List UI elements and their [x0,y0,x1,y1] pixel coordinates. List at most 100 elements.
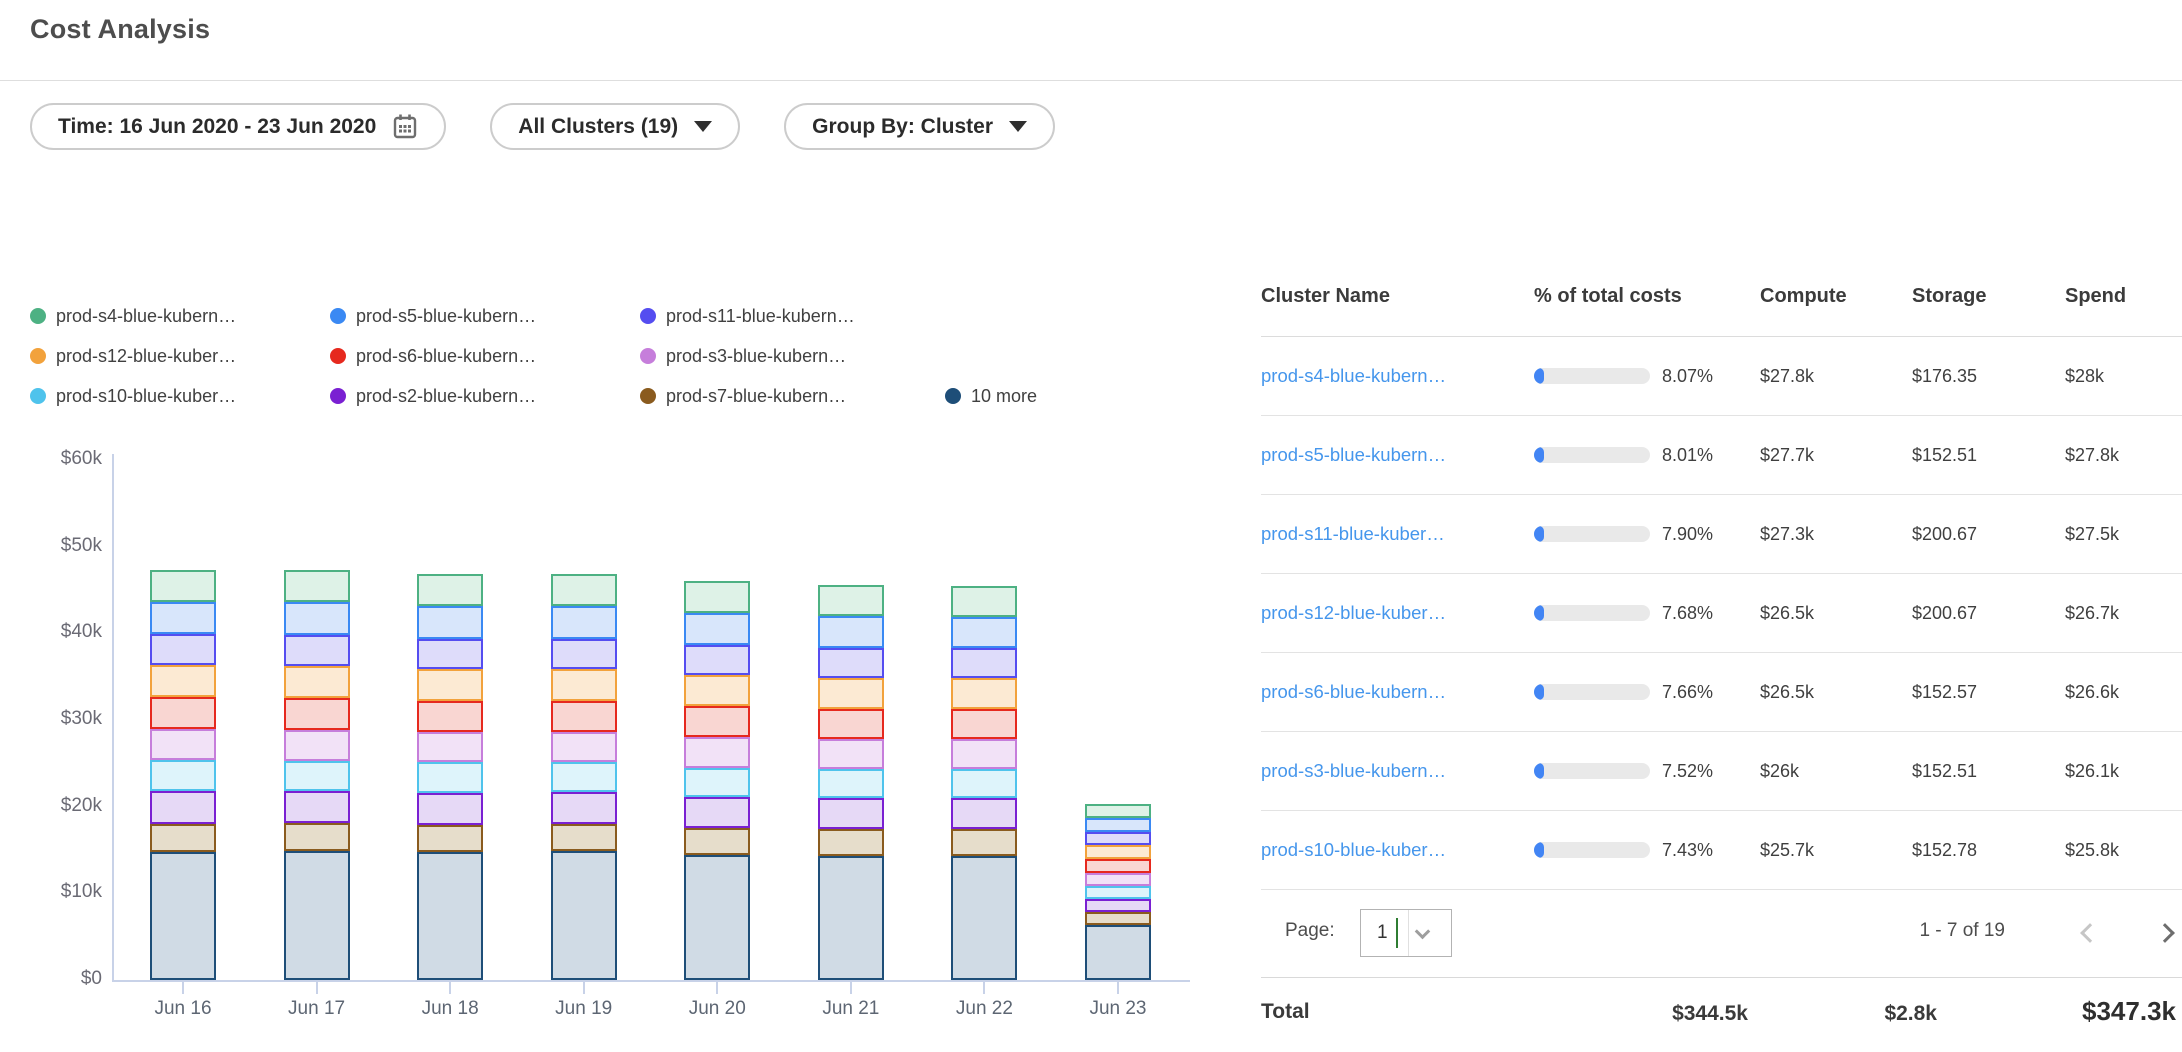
bar-segment[interactable] [951,648,1017,677]
bar-segment[interactable] [150,852,216,980]
bar-segment[interactable] [551,639,617,669]
bar-segment[interactable] [684,828,750,855]
bar-segment[interactable] [684,797,750,828]
storage-value: $200.67 [1912,603,2065,624]
bar-segment[interactable] [284,851,350,980]
bar-segment[interactable] [1085,925,1151,980]
bar-segment[interactable] [951,798,1017,829]
cluster-cost-table: Cluster Name % of total costs Compute St… [1261,256,2182,1052]
bar-segment[interactable] [951,586,1017,617]
bar-segment[interactable] [284,666,350,698]
bar-segment[interactable] [818,856,884,980]
next-page-button[interactable] [2155,923,2175,943]
cluster-name-link[interactable]: prod-s12-blue-kuber… [1261,602,1446,623]
bar-segment[interactable] [684,855,750,980]
bar-segment[interactable] [417,701,483,732]
bar-segment[interactable] [417,732,483,762]
bar-segment[interactable] [551,851,617,980]
bar-segment[interactable] [284,823,350,851]
bar-segment[interactable] [818,616,884,648]
bar-segment[interactable] [684,706,750,737]
bar-segment[interactable] [1085,832,1151,845]
bar-segment[interactable] [951,769,1017,798]
bar-segment[interactable] [818,739,884,768]
x-axis-tick [1117,980,1119,994]
bar-segment[interactable] [150,729,216,760]
cluster-name-link[interactable]: prod-s6-blue-kubern… [1261,681,1446,702]
bar-segment[interactable] [1085,886,1151,899]
bar-segment[interactable] [417,606,483,638]
bar-segment[interactable] [284,730,350,760]
x-axis-tick [583,980,585,994]
bar-segment[interactable] [551,574,617,606]
bar-segment[interactable] [684,613,750,645]
cluster-name-link[interactable]: prod-s11-blue-kuber… [1261,523,1445,544]
cluster-name-link[interactable]: prod-s10-blue-kuber… [1261,839,1446,860]
cluster-name-link[interactable]: prod-s5-blue-kubern… [1261,444,1446,465]
bar-segment[interactable] [951,709,1017,739]
bar-segment[interactable] [284,570,350,602]
bar-segment[interactable] [150,665,216,698]
bar-segment[interactable] [951,678,1017,709]
cluster-name-link[interactable]: prod-s4-blue-kubern… [1261,365,1446,386]
page-select[interactable]: 1 [1360,909,1452,957]
bar-segment[interactable] [150,760,216,791]
bar-segment[interactable] [150,824,216,852]
bar-segment[interactable] [951,617,1017,648]
prev-page-button[interactable] [2080,923,2100,943]
bar-segment[interactable] [150,791,216,824]
bar-segment[interactable] [284,761,350,791]
bar-segment[interactable] [818,678,884,709]
bar-segment[interactable] [818,648,884,677]
bar-segment[interactable] [417,574,483,606]
bar-segment[interactable] [1085,873,1151,886]
bar-segment[interactable] [150,697,216,728]
bar-segment[interactable] [551,762,617,791]
bar-segment[interactable] [551,824,617,851]
bar-segment[interactable] [417,793,483,825]
pct-progress-fill [1534,526,1544,542]
bar-segment[interactable] [951,739,1017,768]
pct-value: 7.90% [1662,524,1713,545]
bar-segment[interactable] [818,709,884,739]
bar-segment[interactable] [551,792,617,824]
bar-segment[interactable] [1085,912,1151,924]
bar-segment[interactable] [551,701,617,732]
bar-segment[interactable] [1085,804,1151,818]
bar-segment[interactable] [150,634,216,664]
bar-segment[interactable] [684,645,750,675]
bar-segment[interactable] [684,768,750,797]
bar-segment[interactable] [284,602,350,635]
x-axis-tick-label: Jun 18 [380,998,520,1020]
table-total-row: Total $344.5k $2.8k $347.3k [1261,978,2182,1052]
bar-segment[interactable] [551,732,617,762]
bar-segment[interactable] [417,669,483,701]
bar-segment[interactable] [818,585,884,616]
bar-segment[interactable] [684,737,750,767]
bar-segment[interactable] [150,570,216,602]
bar-segment[interactable] [818,798,884,829]
bar-segment[interactable] [284,635,350,666]
bar-segment[interactable] [818,829,884,856]
bar-segment[interactable] [551,669,617,701]
bar-segment[interactable] [684,581,750,612]
cluster-name-link[interactable]: prod-s3-blue-kubern… [1261,760,1446,781]
bar-segment[interactable] [551,606,617,638]
bar-segment[interactable] [1085,845,1151,859]
bar-segment[interactable] [1085,818,1151,832]
y-axis-tick-label: $60k [10,448,102,470]
bar-segment[interactable] [417,825,483,852]
bar-segment[interactable] [951,829,1017,856]
bar-segment[interactable] [818,769,884,798]
bar-segment[interactable] [417,639,483,669]
bar-segment[interactable] [1085,859,1151,873]
bar-segment[interactable] [951,856,1017,980]
bar-segment[interactable] [684,675,750,706]
bar-segment[interactable] [284,791,350,823]
pct-of-total-cell: 7.43% [1534,840,1760,861]
bar-segment[interactable] [150,602,216,634]
bar-segment[interactable] [417,852,483,980]
bar-segment[interactable] [1085,899,1151,913]
bar-segment[interactable] [284,698,350,730]
bar-segment[interactable] [417,762,483,792]
